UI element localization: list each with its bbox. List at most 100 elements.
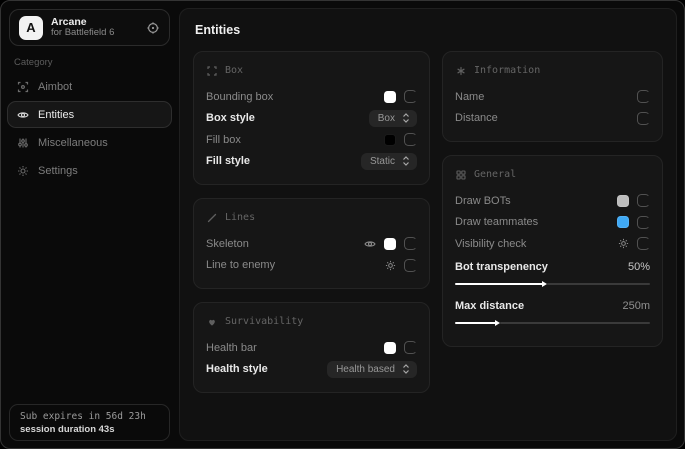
sidebar-item-entities[interactable]: Entities xyxy=(7,101,172,128)
row-bounding-box: Bounding box xyxy=(206,86,417,108)
panel-title: General xyxy=(474,169,516,180)
row-label: Draw teammates xyxy=(455,216,538,228)
slider-track xyxy=(547,283,650,285)
eye-icon[interactable] xyxy=(364,238,376,250)
left-column: Box Bounding box Box style Box xyxy=(193,51,430,393)
line-to-enemy-checkbox[interactable] xyxy=(404,259,417,272)
sliders-icon xyxy=(17,137,29,149)
slider-fill xyxy=(455,322,496,324)
sidebar-item-label: Settings xyxy=(38,165,78,177)
sidebar-item-miscellaneous[interactable]: Miscellaneous xyxy=(7,129,172,156)
bot-transparency-slider[interactable] xyxy=(455,279,650,289)
sidebar-item-aimbot[interactable]: Aimbot xyxy=(7,73,172,100)
distance-checkbox[interactable] xyxy=(637,112,650,125)
gear-icon[interactable] xyxy=(385,260,396,271)
category-label: Category xyxy=(14,57,53,68)
panel-general: General Draw BOTs Draw teammates xyxy=(442,155,663,347)
sidebar-item-label: Aimbot xyxy=(38,81,72,93)
grid-icon xyxy=(456,170,466,180)
chevrons-up-down-icon xyxy=(402,113,410,123)
draw-bots-checkbox[interactable] xyxy=(637,194,650,207)
panel-title: Survivability xyxy=(225,316,303,327)
right-column: Information Name Distance xyxy=(442,51,663,347)
chevrons-up-down-icon xyxy=(402,364,410,374)
row-label: Skeleton xyxy=(206,238,249,250)
fill-style-value: Static xyxy=(370,156,395,167)
skeleton-color-swatch[interactable] xyxy=(384,238,396,250)
row-label: Bounding box xyxy=(206,91,273,103)
chevrons-up-down-icon xyxy=(402,156,410,166)
fill-box-checkbox[interactable] xyxy=(404,133,417,146)
subscription-expiry: Sub expires in 56d 23h xyxy=(20,411,159,422)
max-distance-slider[interactable] xyxy=(455,318,650,328)
panel-box-header: Box xyxy=(207,65,417,76)
brand-card: A Arcane for Battlefield 6 xyxy=(9,9,170,46)
row-line-to-enemy: Line to enemy xyxy=(206,255,417,277)
panel-title: Lines xyxy=(225,212,255,223)
row-health-bar: Health bar xyxy=(206,337,417,359)
row-fill-style: Fill style Static xyxy=(206,151,417,173)
row-label: Fill style xyxy=(206,155,250,167)
panel-general-header: General xyxy=(456,169,650,180)
panel-information: Information Name Distance xyxy=(442,51,663,142)
crosshair-icon xyxy=(17,81,29,93)
gear-icon[interactable] xyxy=(618,238,629,249)
panel-title: Box xyxy=(225,65,243,76)
page-title: Entities xyxy=(195,23,663,37)
bounding-box-color-swatch[interactable] xyxy=(384,91,396,103)
bounding-box-checkbox[interactable] xyxy=(404,90,417,103)
draw-teammates-checkbox[interactable] xyxy=(637,216,650,229)
box-style-value: Box xyxy=(378,113,395,124)
slider-fill xyxy=(455,283,543,285)
visibility-check-checkbox[interactable] xyxy=(637,237,650,250)
box-scan-icon xyxy=(207,66,217,76)
draw-bots-color-swatch[interactable] xyxy=(617,195,629,207)
subscription-card: Sub expires in 56d 23h session duration … xyxy=(9,404,170,441)
panel-information-header: Information xyxy=(456,65,650,76)
panel-survivability-header: Survivability xyxy=(207,316,417,327)
box-style-select[interactable]: Box xyxy=(369,110,417,127)
row-health-style: Health style Health based xyxy=(206,359,417,381)
app-subtitle: for Battlefield 6 xyxy=(51,28,114,39)
app-window: A Arcane for Battlefield 6 Category xyxy=(0,0,685,449)
row-box-style: Box style Box xyxy=(206,108,417,130)
draw-teammates-color-swatch[interactable] xyxy=(617,216,629,228)
brand-text: Arcane for Battlefield 6 xyxy=(51,16,114,39)
max-distance-value: 250m xyxy=(622,300,650,312)
row-label: Draw BOTs xyxy=(455,195,511,207)
row-visibility-check: Visibility check xyxy=(455,233,650,255)
row-draw-bots: Draw BOTs xyxy=(455,190,650,212)
gear-icon xyxy=(17,165,29,177)
sidebar-item-settings[interactable]: Settings xyxy=(7,157,172,184)
main-content: Entities Box Bounding box xyxy=(179,8,677,441)
scope-icon[interactable] xyxy=(146,21,160,35)
health-style-select[interactable]: Health based xyxy=(327,361,417,378)
panel-title: Information xyxy=(474,65,540,76)
sidebar: A Arcane for Battlefield 6 Category xyxy=(1,1,178,448)
row-label: Health bar xyxy=(206,342,257,354)
panel-lines: Lines Skeleton xyxy=(193,198,430,289)
session-duration: session duration 43s xyxy=(20,424,159,435)
row-label: Line to enemy xyxy=(206,259,275,271)
skeleton-checkbox[interactable] xyxy=(404,237,417,250)
health-bar-checkbox[interactable] xyxy=(404,341,417,354)
row-label: Health style xyxy=(206,363,268,375)
name-checkbox[interactable] xyxy=(637,90,650,103)
row-max-distance: Max distance 250m xyxy=(455,295,650,317)
eye-icon xyxy=(17,109,29,121)
health-bar-color-swatch[interactable] xyxy=(384,342,396,354)
row-fill-box: Fill box xyxy=(206,129,417,151)
row-label: Box style xyxy=(206,112,255,124)
row-label: Max distance xyxy=(455,300,524,312)
sidebar-item-label: Miscellaneous xyxy=(38,137,108,149)
slider-track xyxy=(500,322,650,324)
panel-survivability: Survivability Health bar Health style xyxy=(193,302,430,393)
panel-box: Box Bounding box Box style Box xyxy=(193,51,430,185)
fill-style-select[interactable]: Static xyxy=(361,153,417,170)
asterisk-icon xyxy=(456,66,466,76)
row-skeleton: Skeleton xyxy=(206,233,417,255)
row-label: Bot transpenency xyxy=(455,261,548,273)
row-label: Distance xyxy=(455,112,498,124)
row-label: Name xyxy=(455,91,484,103)
fill-box-color-swatch[interactable] xyxy=(384,134,396,146)
